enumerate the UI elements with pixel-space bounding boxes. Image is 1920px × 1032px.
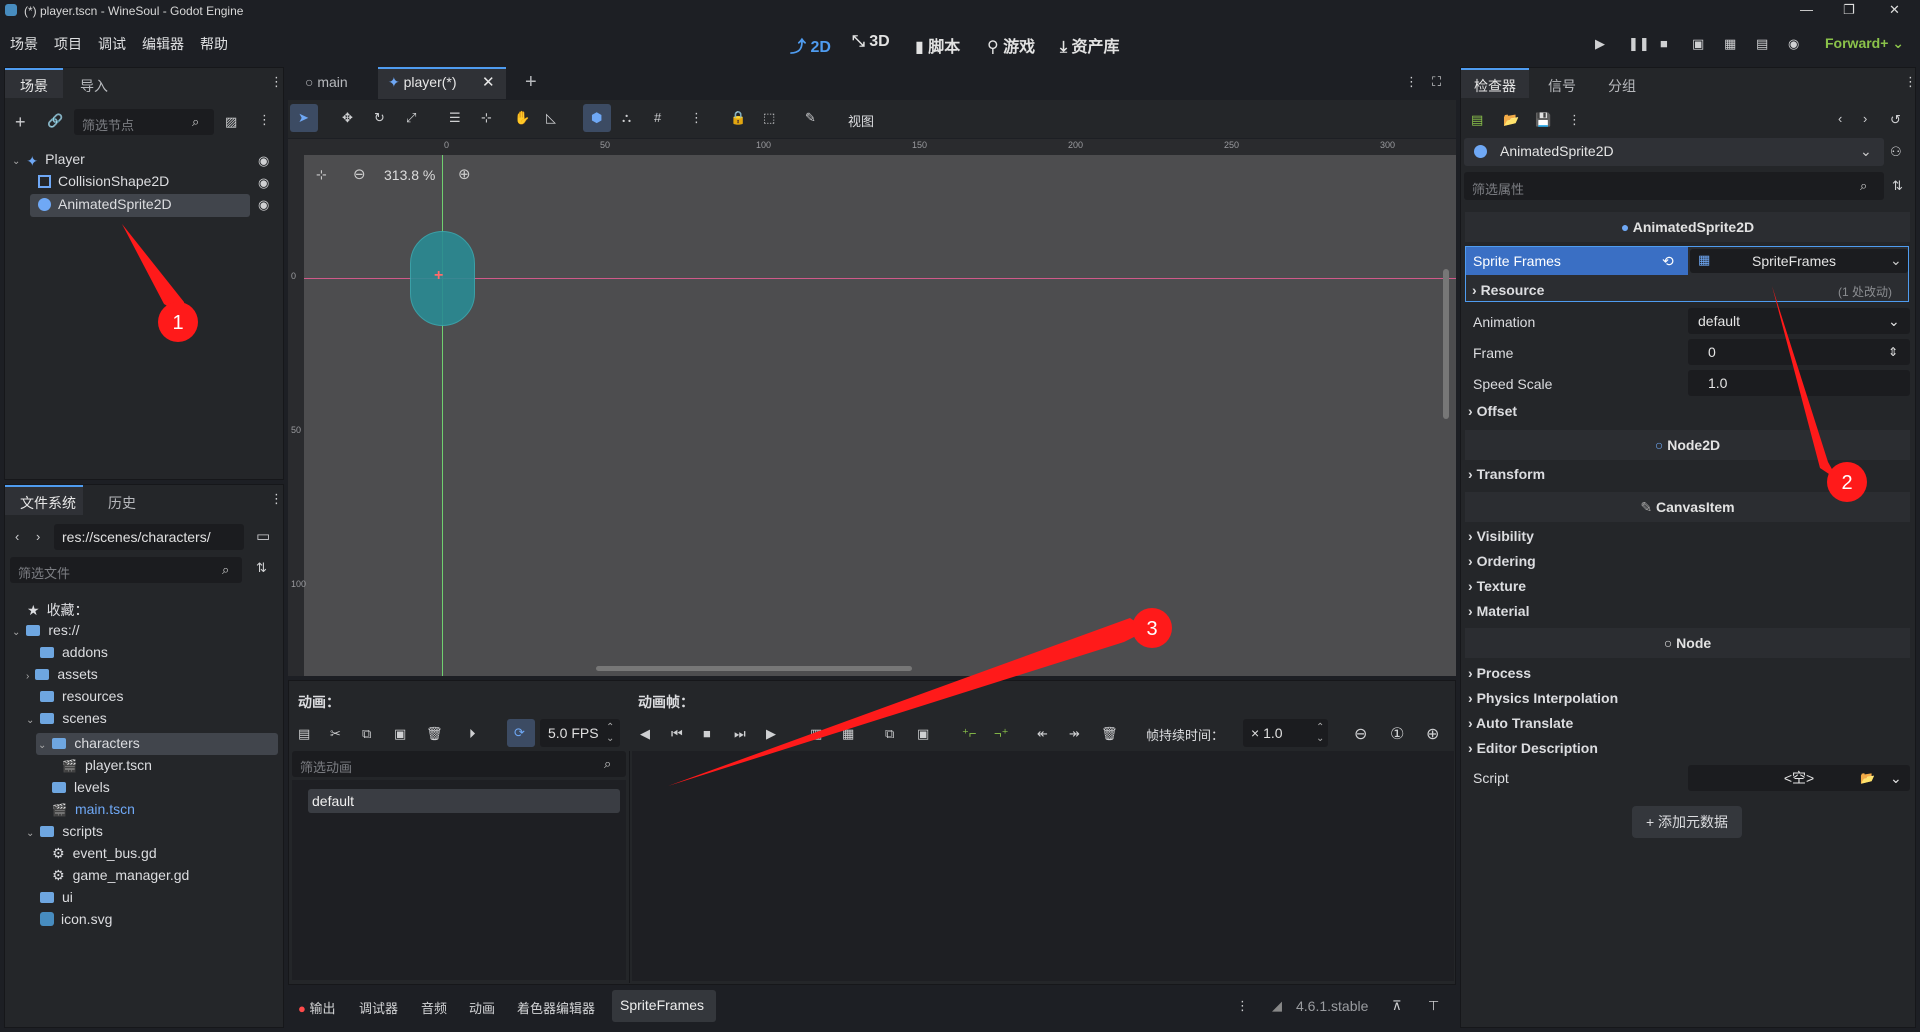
annotation-arrow-3 (668, 618, 1148, 786)
annotation-arrow-2 (1772, 286, 1838, 480)
annotation-label-3: 3 (1146, 618, 1157, 640)
annotation-label-2: 2 (1841, 472, 1852, 494)
annotation-overlay: 1 2 3 (122, 224, 1867, 786)
annotation-label-1: 1 (172, 312, 183, 334)
